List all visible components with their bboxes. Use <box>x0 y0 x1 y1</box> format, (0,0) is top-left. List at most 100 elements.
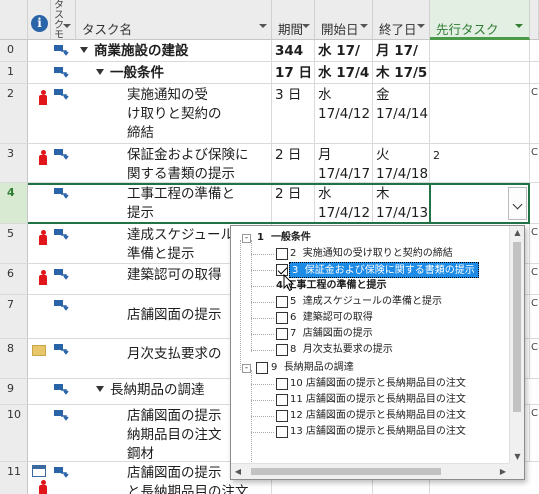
next-column-cell[interactable]: C <box>529 84 539 143</box>
predecessor-checkbox[interactable] <box>276 248 288 260</box>
task-name-cell[interactable]: 商業施設の建設 <box>80 40 272 61</box>
finish-cell[interactable]: 木 17/5 <box>373 62 430 83</box>
predecessors-header[interactable]: 先行タスク <box>430 0 530 40</box>
scroll-up-icon[interactable]: ▲ <box>510 226 525 240</box>
predecessor-checkbox[interactable] <box>276 328 288 340</box>
predecessor-checkbox[interactable] <box>276 296 288 308</box>
predecessors-dropdown-icon[interactable] <box>515 24 523 28</box>
collapse-icon[interactable]: - <box>242 234 251 243</box>
predecessor-checkbox[interactable] <box>276 394 288 406</box>
row-number-header[interactable] <box>0 0 28 40</box>
task-name-header[interactable]: タスク名 <box>76 0 272 40</box>
duration-dropdown-icon[interactable] <box>302 24 310 28</box>
finish-cell[interactable]: 月 17/ <box>373 40 430 61</box>
start-cell[interactable]: 水 17/4/12 <box>315 84 373 143</box>
start-cell[interactable]: 水 17/ <box>315 40 373 61</box>
start-header[interactable]: 開始日 <box>315 0 373 40</box>
predecessor-checkbox[interactable] <box>256 362 268 374</box>
predecessors-cell[interactable] <box>430 62 530 83</box>
note-icon[interactable] <box>32 345 46 356</box>
task-name-line: け取りと契約の <box>127 106 222 122</box>
finish-cell[interactable]: 火 17/4/18 <box>373 144 430 182</box>
predecessor-checkbox[interactable] <box>276 410 288 422</box>
duration-header[interactable]: 期間 <box>272 0 315 40</box>
row-number[interactable]: 2 <box>0 84 28 143</box>
row-number[interactable]: 1 <box>0 62 28 83</box>
tree-node-label: 長納期品の調達 <box>283 362 354 373</box>
row-number[interactable]: 7 <box>0 295 28 338</box>
vertical-scrollbar[interactable]: ▲ ▼ <box>509 226 524 464</box>
duration-cell[interactable]: 344 <box>272 40 315 61</box>
row-number[interactable]: 4 <box>0 183 28 223</box>
collapse-triangle-icon[interactable] <box>96 386 104 392</box>
tree-node-label: 店舗図面の提示と長納期品目の注文 <box>305 394 466 405</box>
predecessors-dropdown-panel[interactable]: - 1 一般条件 2 実施通知の受け取りと契約の締結 3 保証金および保険に関す… <box>230 225 525 480</box>
next-column-cell[interactable]: C <box>529 224 539 263</box>
scroll-down-icon[interactable]: ▼ <box>510 450 525 464</box>
indicators-header[interactable]: i <box>28 0 51 40</box>
predecessors-cell[interactable] <box>430 40 530 61</box>
next-column-cell[interactable]: C <box>529 405 539 461</box>
finish-header[interactable]: 終了日 <box>373 0 430 40</box>
task-name-dropdown-icon[interactable] <box>259 24 267 28</box>
start-weekday: 水 <box>318 87 332 103</box>
next-column-cell[interactable]: C <box>529 339 539 378</box>
predecessors-dropdown-button[interactable] <box>508 187 527 220</box>
task-tree-view[interactable]: - 1 一般条件 2 実施通知の受け取りと契約の締結 3 保証金および保険に関す… <box>231 226 510 464</box>
horizontal-scrollbar[interactable]: ◀ ▶ <box>231 463 510 479</box>
task-row[interactable]: 2 実施通知の受 け取りと契約の 締結 3 日 水 17/4/12 金 17/4/1… <box>0 84 539 144</box>
scroll-right-icon[interactable]: ▶ <box>496 464 510 479</box>
finish-dropdown-icon[interactable] <box>417 24 425 28</box>
row-number[interactable]: 5 <box>0 224 28 263</box>
finish-date: 17/4/18 <box>376 166 429 182</box>
predecessor-checkbox[interactable] <box>276 312 288 324</box>
selected-row-outline <box>28 183 431 224</box>
task-name-cell[interactable]: 一般条件 <box>96 62 272 83</box>
predecessors-edit-cell[interactable] <box>429 183 530 224</box>
start-dropdown-icon[interactable] <box>360 24 368 28</box>
task-mode-icon <box>54 89 69 100</box>
duration-cell[interactable]: 3 日 <box>272 84 315 143</box>
start-date: 17/4/17 <box>318 166 371 182</box>
next-column-cell[interactable]: C <box>529 264 539 294</box>
scroll-thumb[interactable] <box>513 242 521 412</box>
row-number[interactable]: 8 <box>0 339 28 378</box>
predecessors-cell[interactable] <box>430 84 530 143</box>
finish-cell[interactable]: 金 17/4/14 <box>373 84 430 143</box>
scroll-left-icon[interactable]: ◀ <box>231 464 245 479</box>
tree-node-label: 店舗図面の提示と長納期品目の注文 <box>305 426 466 437</box>
predecessor-checkbox[interactable] <box>276 378 288 390</box>
task-row[interactable]: 3 保証金および保険に 関する書類の提示 2 日 月 17/4/17 火 17/4/… <box>0 144 539 183</box>
row-number[interactable]: 3 <box>0 144 28 182</box>
tree-node-number: 10 <box>290 378 303 389</box>
predecessor-checkbox[interactable] <box>276 426 288 438</box>
task-name-cell[interactable]: 実施通知の受 け取りと契約の 締結 <box>127 84 272 143</box>
row-number[interactable]: 11 <box>0 462 28 494</box>
mouse-cursor-icon <box>283 274 295 292</box>
tree-node-label: 保証金および保険に関する書類の提示 <box>304 265 475 276</box>
row-number[interactable]: 6 <box>0 264 28 294</box>
duration-cell[interactable]: 2 日 <box>272 144 315 182</box>
scroll-thumb[interactable] <box>251 468 441 475</box>
row-number[interactable]: 10 <box>0 405 28 461</box>
task-mode-dropdown-icon[interactable] <box>63 24 71 28</box>
next-column-cell[interactable]: C <box>529 144 539 182</box>
duration-cell[interactable]: 17 日 <box>272 62 315 83</box>
task-name-line: 実施通知の受 <box>127 87 208 103</box>
row-number[interactable]: 9 <box>0 379 28 404</box>
start-cell[interactable]: 月 17/4/17 <box>315 144 373 182</box>
row-number[interactable]: 0 <box>0 40 28 61</box>
predecessors-cell[interactable]: 2 <box>430 144 530 182</box>
next-column-header[interactable] <box>530 0 539 40</box>
collapse-icon[interactable]: - <box>242 364 251 373</box>
task-name-cell[interactable]: 保証金および保険に 関する書類の提示 <box>127 144 272 182</box>
start-cell[interactable]: 水 17/4 <box>315 62 373 83</box>
task-row[interactable]: 0 商業施設の建設 344 水 17/ 月 17/ <box>0 40 539 62</box>
collapse-triangle-icon[interactable] <box>80 47 88 53</box>
next-column-cell[interactable]: C <box>529 295 539 338</box>
task-mode-header[interactable]: タスクモード <box>51 0 76 40</box>
task-row[interactable]: 1 一般条件 17 日 水 17/4 木 17/5 <box>0 62 539 84</box>
collapse-triangle-icon[interactable] <box>96 69 104 75</box>
predecessor-checkbox[interactable] <box>276 344 288 356</box>
task-name: 商業施設の建設 <box>94 43 189 59</box>
